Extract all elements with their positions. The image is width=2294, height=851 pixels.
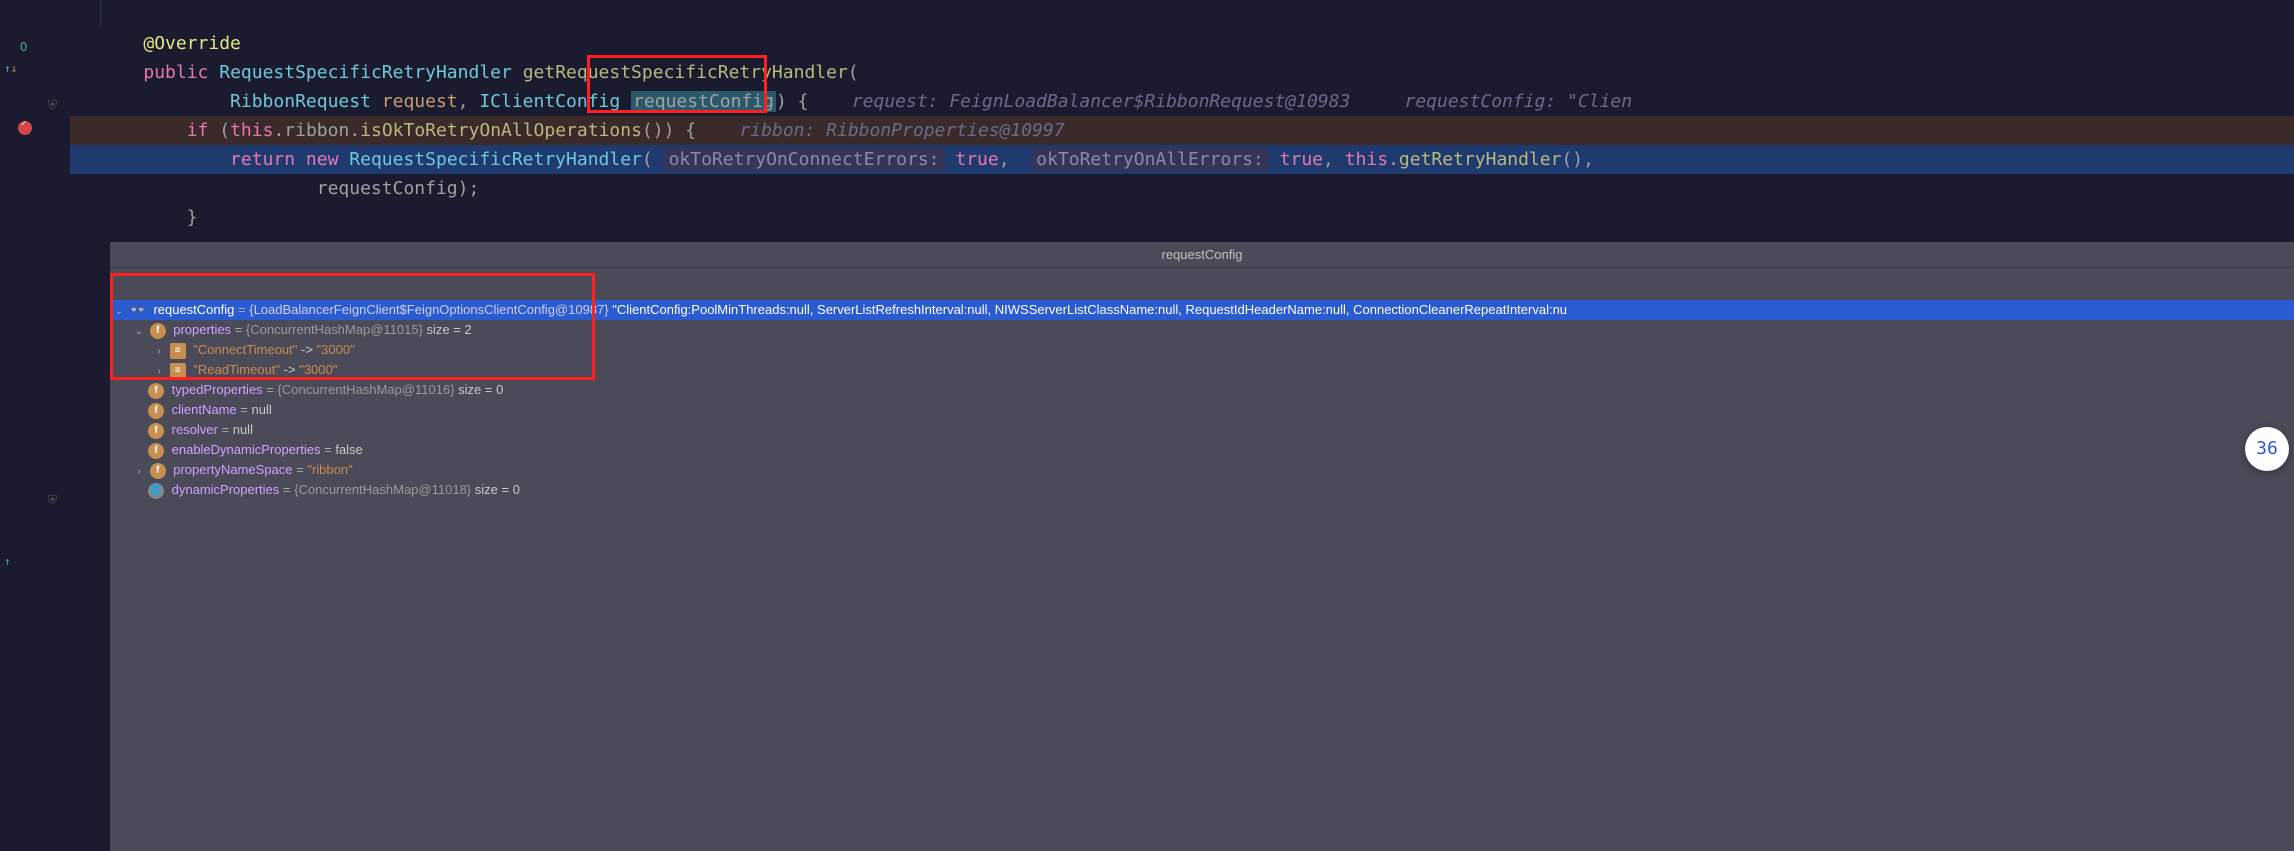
- entry-icon: ≡: [170, 343, 186, 359]
- gutter-shield-icon: ⛨: [48, 493, 57, 508]
- variable-row[interactable]: f enableDynamicProperties = false: [110, 440, 2294, 460]
- expand-arrow-icon[interactable]: ›: [152, 342, 166, 360]
- field-icon: f: [148, 443, 164, 459]
- variable-row[interactable]: › ≡ "ConnectTimeout" -> "3000": [110, 340, 2294, 360]
- field-icon: f: [150, 463, 166, 479]
- code-line: @Override: [70, 29, 2294, 58]
- expand-arrow-icon[interactable]: ⌄: [132, 322, 146, 340]
- code-line-breakpoint: if (this.ribbon.isOkToRetryOnAllOperatio…: [70, 116, 2294, 145]
- watch-icon: 👓: [130, 302, 146, 317]
- field-icon: f: [148, 423, 164, 439]
- variable-row[interactable]: › ≡ "ReadTimeout" -> "3000": [110, 360, 2294, 380]
- code-line: RibbonRequest request, IClientConfig req…: [70, 87, 2294, 116]
- debug-variables-panel[interactable]: requestConfig ⌄ 👓 requestConfig = {LoadB…: [110, 242, 2294, 851]
- code-line: }: [70, 203, 2294, 232]
- code-line: public RequestSpecificRetryHandler getRe…: [70, 58, 2294, 87]
- param-hint: okToRetryOnConnectErrors:: [664, 148, 945, 171]
- code-line: requestConfig);: [70, 174, 2294, 203]
- gutter-navigate-icons[interactable]: ↑↓: [4, 62, 17, 75]
- field-icon: f: [148, 403, 164, 419]
- static-field-icon: 🌐: [148, 483, 164, 499]
- breakpoint-icon[interactable]: ✓: [18, 121, 32, 135]
- editor-gutter: O ⛨ ✓ ⛨ ↑↓ ↑: [0, 0, 70, 851]
- expand-arrow-icon[interactable]: ⌄: [112, 302, 126, 320]
- field-icon: f: [148, 383, 164, 399]
- selected-identifier: requestConfig: [631, 91, 776, 112]
- debug-panel-header: requestConfig: [110, 242, 2294, 268]
- code-editor[interactable]: @Override public RequestSpecificRetryHan…: [70, 0, 2294, 232]
- code-line: [70, 0, 2294, 29]
- annotation: @Override: [143, 33, 241, 54]
- variable-row[interactable]: f resolver = null: [110, 420, 2294, 440]
- gutter-navigate-icon[interactable]: ↑: [4, 555, 11, 568]
- expand-arrow-icon[interactable]: ›: [152, 362, 166, 380]
- floating-counter-badge[interactable]: 36: [2245, 427, 2289, 471]
- gutter-override-icon[interactable]: O: [20, 40, 27, 54]
- code-line-execution: return new RequestSpecificRetryHandler( …: [70, 145, 2294, 174]
- inline-debug-value: request: FeignLoadBalancer$RibbonRequest…: [852, 91, 1351, 112]
- variable-row[interactable]: ⌄ f properties = {ConcurrentHashMap@1101…: [110, 320, 2294, 340]
- variable-row[interactable]: › f propertyNameSpace = "ribbon": [110, 460, 2294, 480]
- variable-row-root[interactable]: ⌄ 👓 requestConfig = {LoadBalancerFeignCl…: [110, 300, 2294, 320]
- param-hint: okToRetryOnAllErrors:: [1031, 148, 1269, 171]
- variable-row[interactable]: f typedProperties = {ConcurrentHashMap@1…: [110, 380, 2294, 400]
- inline-debug-value: ribbon: RibbonProperties@10997: [739, 120, 1064, 141]
- inline-debug-value: requestConfig: "Clien: [1405, 91, 1633, 112]
- gutter-shield-icon: ⛨: [48, 98, 57, 113]
- variable-row[interactable]: f clientName = null: [110, 400, 2294, 420]
- entry-icon: ≡: [170, 363, 186, 379]
- expand-arrow-icon[interactable]: ›: [132, 462, 146, 480]
- field-icon: f: [150, 323, 166, 339]
- variable-row[interactable]: 🌐 dynamicProperties = {ConcurrentHashMap…: [110, 480, 2294, 500]
